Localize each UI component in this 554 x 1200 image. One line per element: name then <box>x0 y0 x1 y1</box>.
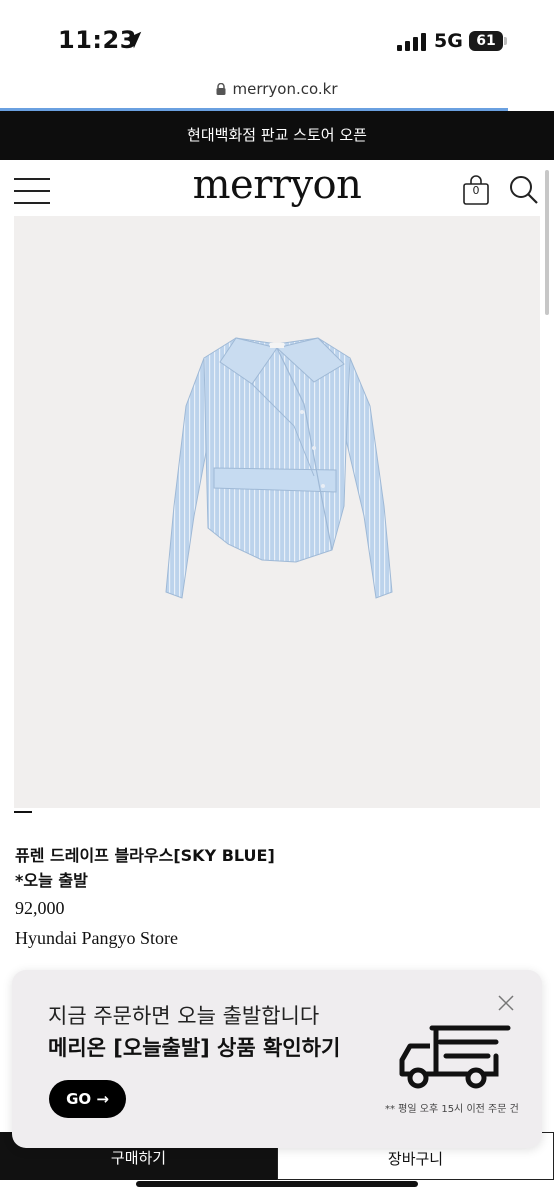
popup-line1: 지금 주문하면 오늘 출발합니다 <box>48 1004 320 1028</box>
go-button[interactable]: GO → <box>49 1080 126 1118</box>
cart-count-badge: 0 <box>472 184 480 197</box>
product-image[interactable] <box>14 216 540 808</box>
signal-bars-icon <box>397 33 426 51</box>
delivery-truck-icon <box>399 1025 511 1089</box>
image-slide-indicator <box>14 811 32 813</box>
lock-icon <box>216 83 226 95</box>
blouse-image <box>165 337 393 599</box>
shipping-tag: *오늘 출발 <box>15 871 88 890</box>
product-name: 퓨렌 드레이프 블라우스[SKY BLUE] <box>15 846 275 865</box>
product-price: 92,000 <box>15 898 65 918</box>
home-indicator[interactable] <box>136 1181 418 1187</box>
same-day-shipping-popup: 지금 주문하면 오늘 출발합니다 메리온 [오늘출발] 상품 확인하기 GO →… <box>12 970 542 1148</box>
page-scrollbar[interactable] <box>545 170 549 315</box>
status-bar: 11:23 5G 61 <box>0 0 554 80</box>
address-bar[interactable]: merryon.co.kr <box>0 80 554 108</box>
network-type: 5G <box>434 30 463 52</box>
store-name: Hyundai Pangyo Store <box>15 928 178 948</box>
popup-note: ** 평일 오후 15시 이전 주문 건 <box>385 1104 519 1115</box>
close-icon[interactable] <box>498 995 514 1011</box>
search-icon[interactable] <box>509 175 539 205</box>
battery-icon: 61 <box>469 31 503 51</box>
battery-cap <box>504 37 507 45</box>
popup-line2[interactable]: 메리온 [오늘출발] 상품 확인하기 <box>48 1032 340 1062</box>
url-domain: merryon.co.kr <box>232 80 338 98</box>
location-arrow-icon <box>124 31 142 49</box>
site-header: merryon 0 <box>0 160 554 216</box>
announcement-banner[interactable]: 현대백화점 판교 스토어 오픈 <box>0 111 554 160</box>
